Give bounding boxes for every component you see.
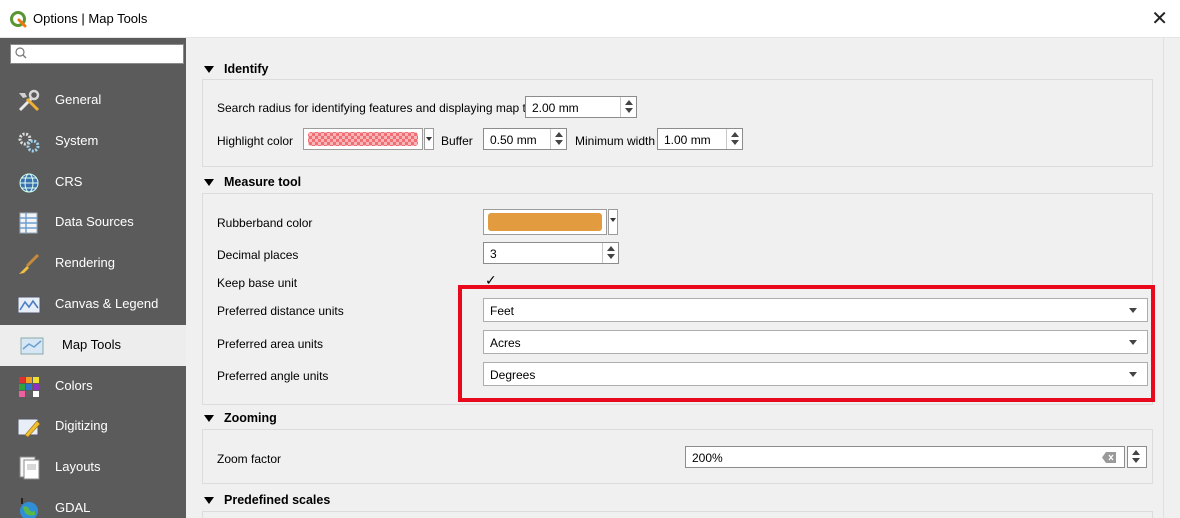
spin-arrows-icon[interactable] [550, 129, 566, 149]
globe-icon [19, 173, 39, 193]
rubberband-color-label: Rubberband color [217, 216, 313, 230]
minimum-width-spinbox[interactable]: 1.00 mm [657, 128, 743, 150]
sidebar-item-map-tools[interactable]: Map Tools [0, 324, 186, 366]
color-grid-icon [19, 376, 39, 397]
predefined-scales-header[interactable]: Predefined scales [204, 493, 330, 507]
sidebar-item-system[interactable]: System [0, 121, 186, 162]
sidebar-item-canvas-legend[interactable]: Canvas & Legend [0, 284, 186, 325]
tools-icon [18, 89, 40, 112]
predefined-scales-group [202, 511, 1153, 518]
sidebar-item-label: Canvas & Legend [55, 295, 159, 311]
sidebar-item-colors[interactable]: Colors [0, 366, 186, 407]
sidebar-item-label: System [55, 132, 99, 148]
distance-units-label: Preferred distance units [217, 304, 344, 318]
digitizing-icon [17, 418, 41, 438]
sidebar: General System CRS Data Sources Renderin… [0, 38, 186, 518]
highlight-color-dropdown[interactable] [424, 128, 434, 150]
rubberband-color-swatch [488, 213, 602, 231]
measure-tool-header[interactable]: Measure tool [204, 175, 301, 189]
zoom-factor-spinbox[interactable] [1127, 446, 1147, 468]
sidebar-item-data-sources[interactable]: Data Sources [0, 202, 186, 243]
area-units-label: Preferred area units [217, 337, 324, 351]
spin-arrows-icon[interactable] [726, 129, 742, 149]
identify-header[interactable]: Identify [204, 62, 268, 76]
highlight-annotation-box [458, 285, 1155, 402]
highlight-color-label: Highlight color [217, 134, 294, 148]
highlight-color-swatch [308, 132, 418, 146]
gears-icon [18, 132, 40, 153]
angle-units-label: Preferred angle units [217, 369, 329, 383]
collapse-triangle-icon [204, 179, 214, 186]
spin-arrows-icon[interactable] [620, 97, 636, 117]
buffer-label: Buffer [441, 134, 473, 148]
identify-group: Search radius for identifying features a… [202, 79, 1153, 167]
spin-arrows-icon[interactable] [1128, 447, 1146, 467]
decimal-places-spinbox[interactable]: 3 [483, 242, 619, 264]
zoom-factor-input[interactable]: 200% [685, 446, 1125, 468]
sidebar-item-layouts[interactable]: Layouts [0, 447, 186, 488]
sidebar-item-label: GDAL [55, 499, 91, 515]
title-bar: Options | Map Tools ✕ [0, 0, 1180, 38]
close-icon[interactable]: ✕ [1151, 7, 1168, 29]
collapse-triangle-icon [204, 415, 214, 422]
rubberband-color-dropdown[interactable] [608, 209, 618, 235]
zooming-header[interactable]: Zooming [204, 411, 277, 425]
vertical-scrollbar[interactable] [1163, 38, 1180, 518]
search-icon [15, 47, 27, 59]
sidebar-item-label: Data Sources [55, 214, 134, 230]
sidebar-item-label: Layouts [55, 459, 101, 475]
decimal-places-label: Decimal places [217, 248, 299, 262]
sidebar-item-digitizing[interactable]: Digitizing [0, 406, 186, 447]
sidebar-item-label: Digitizing [55, 418, 108, 434]
layouts-icon [19, 456, 40, 480]
sidebar-item-label: CRS [55, 173, 83, 189]
sidebar-nav: General System CRS Data Sources Renderin… [0, 80, 186, 518]
search-radius-spinbox[interactable]: 2.00 mm [525, 96, 637, 118]
zooming-group: Zoom factor 200% [202, 429, 1153, 484]
qgis-logo-icon [10, 11, 27, 28]
map-tools-icon [20, 337, 44, 355]
sidebar-item-label: Colors [55, 377, 93, 393]
buffer-spinbox[interactable]: 0.50 mm [483, 128, 567, 150]
search-radius-label: Search radius for identifying features a… [217, 101, 542, 115]
minimum-width-label: Minimum width [575, 134, 656, 148]
sidebar-item-rendering[interactable]: Rendering [0, 243, 186, 284]
table-icon [19, 212, 38, 234]
sidebar-item-crs[interactable]: CRS [0, 162, 186, 203]
zoom-factor-label: Zoom factor [217, 452, 282, 466]
collapse-triangle-icon [204, 66, 214, 73]
brush-icon [19, 254, 40, 275]
rubberband-color-button[interactable] [483, 209, 607, 235]
collapse-triangle-icon [204, 497, 214, 504]
window-title: Options | Map Tools [33, 11, 148, 26]
sidebar-item-label: Rendering [55, 255, 115, 271]
spin-arrows-icon[interactable] [602, 243, 618, 263]
search-input[interactable] [10, 44, 184, 64]
settings-panel: Identify Search radius for identifying f… [196, 50, 1161, 518]
map-canvas-icon [17, 296, 41, 314]
sidebar-item-label: General [55, 92, 102, 107]
sidebar-item-general[interactable]: General [0, 80, 186, 121]
sidebar-item-label: Map Tools [62, 336, 122, 352]
gdal-globe-icon [20, 497, 38, 518]
sidebar-item-gdal[interactable]: GDAL [0, 488, 186, 518]
clear-icon[interactable] [1102, 452, 1116, 463]
keep-base-unit-label: Keep base unit [217, 276, 298, 290]
highlight-color-button[interactable] [303, 128, 423, 150]
